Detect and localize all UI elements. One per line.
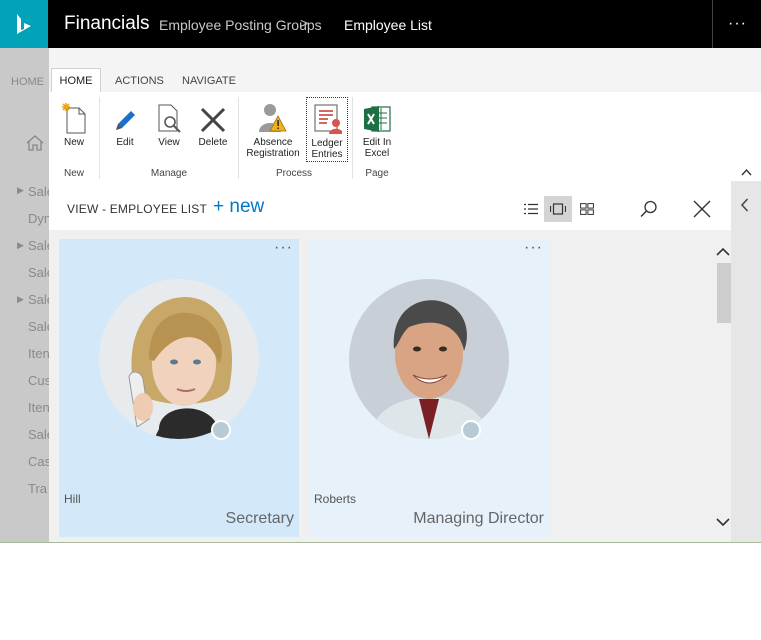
absence-icon	[244, 100, 302, 134]
delete-label: Delete	[198, 137, 228, 148]
scrollbar-thumb[interactable]	[717, 263, 731, 323]
card-more-button[interactable]: ···	[274, 239, 293, 257]
tab-navigate[interactable]: NAVIGATE	[182, 75, 236, 87]
expand-arrow: ▶	[17, 185, 24, 195]
dynamics-logo[interactable]	[0, 0, 48, 48]
edit-label: Edit	[116, 137, 134, 148]
factbox-pane	[731, 181, 761, 542]
tab-home[interactable]: HOME	[51, 68, 101, 93]
background-item: Dyn	[28, 211, 52, 226]
group-separator	[352, 97, 353, 179]
background-item: Tra	[28, 481, 48, 496]
background-item: Iten	[28, 346, 50, 361]
app-bar: Financials Employee Posting Groups > Emp…	[0, 0, 761, 48]
ledger-label-line2: Entries	[311, 149, 343, 160]
edit-button[interactable]: Edit	[110, 100, 140, 148]
presence-status-indicator	[461, 420, 481, 440]
excel-icon	[359, 100, 395, 134]
group-label-new: New	[63, 168, 84, 179]
breadcrumb-separator: >	[300, 15, 309, 31]
ledger-icon	[307, 101, 347, 135]
excel-label-line1: Edit In	[362, 137, 392, 148]
employee-name: Hill	[64, 492, 81, 506]
edit-icon	[110, 100, 140, 134]
chevron-left-icon[interactable]	[740, 198, 749, 217]
background-home-tab: HOME	[11, 76, 44, 88]
edit-in-excel-button[interactable]: Edit In Excel	[359, 100, 395, 159]
employee-photo	[349, 279, 509, 439]
view-title: VIEW - EMPLOYEE LIST	[67, 202, 208, 216]
group-separator	[238, 97, 239, 179]
background-item: Cas	[28, 454, 52, 469]
tile-view-icon[interactable]	[574, 196, 600, 222]
excel-label-line2: Excel	[364, 148, 390, 159]
expand-arrow: ▶	[17, 240, 24, 250]
close-icon[interactable]	[689, 196, 715, 222]
view-button[interactable]: View	[154, 100, 184, 148]
ledger-entries-button[interactable]: Ledger Entries	[306, 97, 348, 162]
new-icon	[57, 100, 91, 134]
group-label-manage: Manage	[150, 168, 188, 179]
employee-photo	[99, 279, 259, 439]
delete-icon	[195, 100, 231, 134]
absence-registration-button[interactable]: Absence Registration	[244, 100, 302, 159]
app-more-button[interactable]: ···	[712, 0, 761, 48]
employee-card[interactable]: ··· Roberts Managing Director	[309, 239, 549, 537]
group-label-process: Process	[275, 168, 313, 179]
breadcrumb-employee-list: Employee List	[344, 17, 432, 33]
list-view-icon[interactable]	[518, 196, 544, 222]
tab-actions[interactable]: ACTIONS	[115, 75, 164, 87]
absence-label-line2: Registration	[246, 148, 300, 159]
ledger-label-line1: Ledger	[311, 138, 343, 149]
employee-job-title: Secretary	[225, 510, 294, 527]
breadcrumb-employee-posting-groups[interactable]: Employee Posting Groups	[159, 17, 322, 33]
app-title[interactable]: Financials	[64, 13, 150, 35]
search-icon[interactable]	[636, 196, 662, 222]
group-separator	[99, 97, 100, 179]
collapse-ribbon-chevron-up-icon[interactable]	[741, 163, 752, 181]
delete-button[interactable]: Delete	[195, 100, 231, 148]
view-label: View	[158, 137, 180, 148]
background-item: Cus	[28, 373, 52, 388]
new-label: New	[63, 137, 84, 148]
group-label-page: Page	[365, 168, 389, 179]
employee-name: Roberts	[314, 492, 357, 506]
employee-job-title: Managing Director	[413, 510, 544, 527]
scroll-up-chevron-up-icon[interactable]	[716, 244, 730, 262]
scroll-down-chevron-down-icon[interactable]	[716, 514, 730, 532]
background-item: Iten	[28, 400, 50, 415]
new-employee-button[interactable]: + new	[213, 196, 264, 218]
view-icon	[154, 100, 184, 134]
card-view-icon[interactable]	[544, 196, 572, 222]
employee-card[interactable]: ··· Hill Secretary	[59, 239, 299, 537]
card-more-button[interactable]: ···	[524, 239, 543, 257]
absence-label-line1: Absence	[253, 137, 293, 148]
dynamics-logo-icon	[17, 14, 31, 34]
new-button[interactable]: New	[57, 100, 91, 148]
window-bottom-border	[0, 542, 761, 543]
home-icon	[26, 135, 44, 156]
expand-arrow: ▶	[17, 294, 24, 304]
presence-status-indicator	[211, 420, 231, 440]
